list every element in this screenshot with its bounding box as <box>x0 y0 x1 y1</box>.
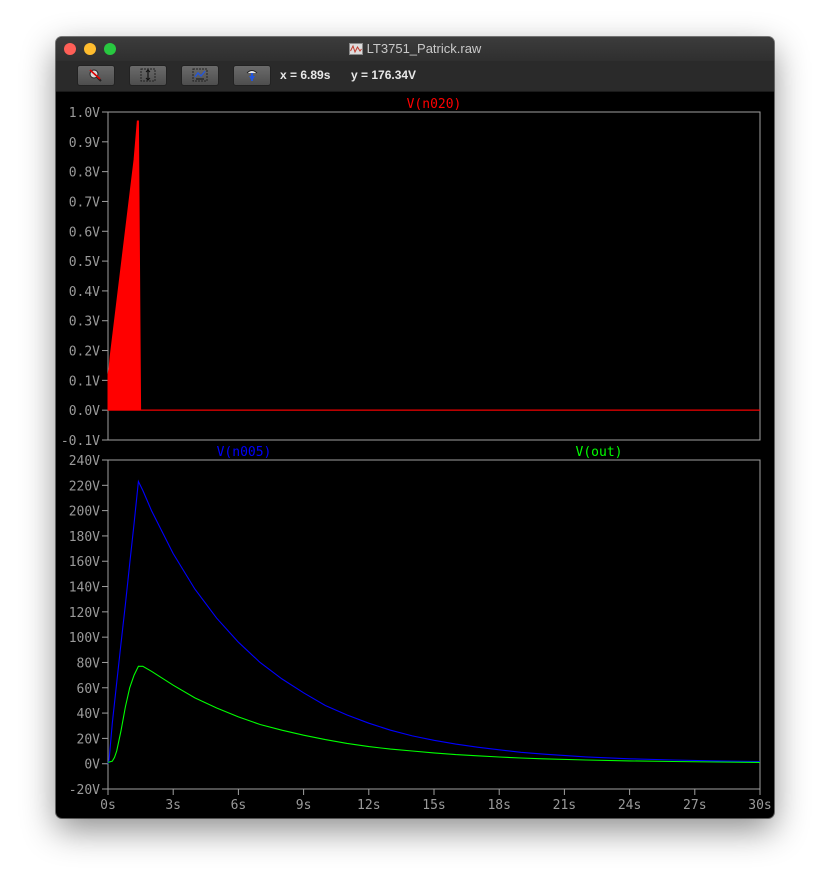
probe-icon <box>246 70 258 81</box>
y-cursor-readout: y = 176.34V <box>351 68 417 82</box>
y-tick-label: 20V <box>77 732 101 747</box>
window-title-text: LT3751_Patrick.raw <box>366 41 482 56</box>
magnifier-cancel-icon <box>89 69 102 82</box>
y-tick-label: 0V <box>84 758 100 773</box>
autorange-y-icon <box>140 68 156 82</box>
autorange-y-button[interactable] <box>129 65 167 86</box>
x-tick-label: 3s <box>165 798 181 813</box>
legend-n005[interactable]: V(n005) <box>217 445 272 460</box>
x-tick-label: 15s <box>422 798 445 813</box>
y-tick-label: 1.0V <box>69 106 100 121</box>
y-tick-label: -0.1V <box>61 434 100 449</box>
y-tick-label: 0.7V <box>69 195 100 210</box>
probe-cursor-button[interactable] <box>233 65 271 86</box>
zoom-extents-button[interactable] <box>181 65 219 86</box>
x-tick-label: 0s <box>100 798 116 813</box>
pane-n005-out[interactable]: 240V 220V 200V 180V 160V 140V 120V 100V 80V 60V 40… <box>69 445 772 813</box>
x-tick-label: 6s <box>231 798 247 813</box>
y-tick-label: -20V <box>69 783 100 798</box>
pane-frame <box>107 111 761 441</box>
y-tick-label: 60V <box>77 682 101 697</box>
x-tick-label: 27s <box>683 798 706 813</box>
y-tick-label: 200V <box>69 505 100 520</box>
x-tick-label: 9s <box>296 798 312 813</box>
x-tick-label: 12s <box>357 798 380 813</box>
y-tick-label: 0.0V <box>69 404 100 419</box>
waveform-viewer-window: LT3751_Patrick.raw x = 6.89s y = 176.34V… <box>56 37 774 818</box>
y-tick-label: 120V <box>69 606 100 621</box>
pane-frame <box>107 459 761 790</box>
toolbar: x = 6.89s y = 176.34V <box>56 61 774 92</box>
y-tick-label: 160V <box>69 555 100 570</box>
y-tick-label: 0.6V <box>69 225 100 240</box>
legend-n020[interactable]: V(n020) <box>407 97 462 112</box>
window-title: LT3751_Patrick.raw <box>56 41 774 56</box>
x-tick-label: 24s <box>618 798 641 813</box>
title-bar[interactable]: LT3751_Patrick.raw <box>56 37 774 61</box>
y-tick-label: 80V <box>77 656 101 671</box>
y-tick-label: 0.4V <box>69 285 100 300</box>
x-cursor-readout: x = 6.89s <box>280 68 331 82</box>
y-tick-label: 180V <box>69 530 100 545</box>
y-tick-label: 40V <box>77 707 101 722</box>
y-tick-label: 0.9V <box>69 136 100 151</box>
y-tick-label: 0.1V <box>69 374 100 389</box>
x-tick-label: 30s <box>748 798 771 813</box>
y-tick-label: 140V <box>69 581 100 596</box>
zoom-extents-icon <box>192 68 208 82</box>
zoom-cancel-button[interactable] <box>77 65 115 86</box>
y-tick-label: 220V <box>69 479 100 494</box>
waveform-document-icon <box>348 43 363 55</box>
x-tick-label: 18s <box>487 798 510 813</box>
pane-n020[interactable]: 1.0V 0.9V 0.8V 0.7V 0.6V 0.5V 0.4V 0.3V 0.2V 0.1V… <box>61 97 761 449</box>
y-tick-label: 100V <box>69 631 100 646</box>
y-tick-label: 0.8V <box>69 166 100 181</box>
waveform-plot[interactable]: 1.0V 0.9V 0.8V 0.7V 0.6V 0.5V 0.4V 0.3V 0.2V 0.1V… <box>56 92 774 818</box>
x-tick-label: 21s <box>553 798 576 813</box>
plot-area[interactable]: 1.0V 0.9V 0.8V 0.7V 0.6V 0.5V 0.4V 0.3V 0.2V 0.1V… <box>56 92 774 818</box>
legend-out[interactable]: V(out) <box>576 445 623 460</box>
y-tick-label: 0.5V <box>69 255 100 270</box>
y-tick-label: 240V <box>69 454 100 469</box>
y-tick-label: 0.2V <box>69 345 100 360</box>
y-tick-label: 0.3V <box>69 315 100 330</box>
